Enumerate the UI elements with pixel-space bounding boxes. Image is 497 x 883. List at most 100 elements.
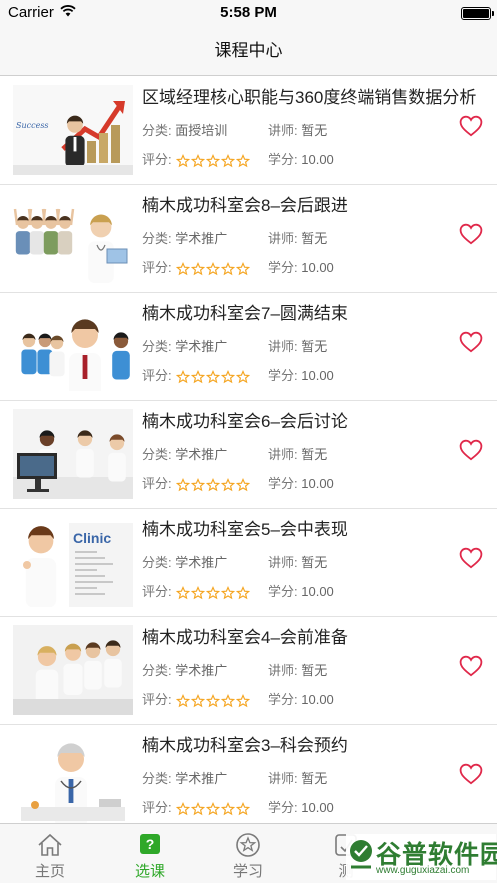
course-lecturer: 讲师: 暂无 (268, 445, 327, 465)
tab-course-select[interactable]: ? 选课 (100, 824, 200, 883)
star-outline-icon (235, 478, 250, 492)
course-title: 楠木成功科室会6–会后讨论 (142, 412, 348, 431)
star-outline-icon (220, 586, 235, 600)
credit-value: 10.00 (301, 152, 334, 167)
star-outline-icon (175, 478, 190, 492)
category-value: 学术推广 (175, 663, 228, 678)
tab-home[interactable]: 主页 (0, 824, 100, 883)
course-lecturer: 讲师: 暂无 (268, 553, 327, 573)
credit-value: 10.00 (301, 800, 334, 815)
course-title: 楠木成功科室会7–圆满结束 (142, 304, 348, 323)
lecturer-label: 讲师: (268, 771, 298, 786)
star-outline-icon (175, 586, 190, 600)
course-credit: 学分: 10.00 (268, 798, 334, 818)
credit-value: 10.00 (301, 692, 334, 707)
favorite-heart-icon[interactable] (459, 547, 483, 569)
favorite-heart-icon[interactable] (459, 223, 483, 245)
course-lecturer: 讲师: 暂无 (268, 229, 327, 249)
doctors-at-computer-image (13, 409, 133, 499)
category-value: 学术推广 (175, 771, 228, 786)
course-credit: 学分: 10.00 (268, 258, 334, 278)
credit-label: 学分: (268, 692, 298, 707)
category-value: 学术推广 (175, 231, 228, 246)
lecturer-value: 暂无 (301, 555, 328, 570)
clinic-nurse-thumbs-up-image: Clinic (13, 517, 133, 607)
category-label: 分类: (142, 339, 172, 354)
category-label: 分类: (142, 555, 172, 570)
course-item[interactable]: 楠木成功科室会4–会前准备 分类: 学术推广 讲师: 暂无 评分: 学分: 10… (0, 617, 497, 725)
star-outline-icon (205, 694, 220, 708)
course-title: 楠木成功科室会8–会后跟进 (142, 196, 348, 215)
status-bar: Carrier 5:58 PM (0, 0, 497, 28)
credit-value: 10.00 (301, 368, 334, 383)
page-title: 课程中心 (214, 41, 283, 60)
course-lecturer: 讲师: 暂无 (268, 121, 327, 141)
star-outline-icon (235, 694, 250, 708)
course-item[interactable]: 楠木成功科室会8–会后跟进 分类: 学术推广 讲师: 暂无 评分: 学分: 10… (0, 185, 497, 293)
credit-label: 学分: (268, 584, 298, 599)
course-item[interactable]: 楠木成功科室会3–科会预约 分类: 学术推广 讲师: 暂无 评分: 学分: 10… (0, 725, 497, 823)
star-outline-icon (175, 694, 190, 708)
lecturer-label: 讲师: (268, 447, 298, 462)
star-outline-icon (205, 262, 220, 276)
star-outline-icon (220, 802, 235, 816)
star-outline-icon (220, 478, 235, 492)
course-title: 楠木成功科室会3–科会预约 (142, 736, 348, 755)
course-item[interactable]: 楠木成功科室会6–会后讨论 分类: 学术推广 讲师: 暂无 评分: 学分: 10… (0, 401, 497, 509)
question-badge-icon: ? (140, 834, 160, 854)
favorite-heart-icon[interactable] (459, 115, 483, 137)
rating-label: 评分: (142, 152, 172, 167)
rating-label: 评分: (142, 476, 172, 491)
course-lecturer: 讲师: 暂无 (268, 337, 327, 357)
lecturer-label: 讲师: (268, 339, 298, 354)
category-label: 分类: (142, 663, 172, 678)
lecturer-value: 暂无 (301, 339, 328, 354)
favorite-heart-icon[interactable] (459, 763, 483, 785)
tab-study-label: 学习 (232, 863, 263, 880)
lecturer-value: 暂无 (301, 771, 328, 786)
star-outline-icon (235, 262, 250, 276)
rating-stars (175, 259, 251, 279)
course-rating: 评分: (142, 582, 251, 603)
category-value: 面授培训 (175, 123, 228, 138)
category-value: 学术推广 (175, 339, 228, 354)
star-outline-icon (175, 802, 190, 816)
star-outline-icon (205, 370, 220, 384)
lecturer-label: 讲师: (268, 123, 298, 138)
favorite-heart-icon[interactable] (459, 331, 483, 353)
rating-stars (175, 691, 251, 711)
star-outline-icon (205, 478, 220, 492)
credit-value: 10.00 (301, 584, 334, 599)
course-title: 区域经理核心职能与360度终端销售数据分析 (142, 88, 477, 107)
star-outline-icon (220, 154, 235, 168)
course-credit: 学分: 10.00 (268, 150, 334, 170)
lecturer-value: 暂无 (301, 447, 328, 462)
navigation-bar: 课程中心 (0, 28, 497, 76)
svg-text:Clinic: Clinic (73, 530, 111, 546)
rating-stars (175, 583, 251, 603)
rating-label: 评分: (142, 584, 172, 599)
favorite-heart-icon[interactable] (459, 439, 483, 461)
battery-icon (461, 7, 494, 20)
favorite-heart-icon[interactable] (459, 655, 483, 677)
lecturer-value: 暂无 (301, 123, 328, 138)
course-lecturer: 讲师: 暂无 (268, 661, 327, 681)
star-outline-icon (205, 586, 220, 600)
course-item[interactable]: 楠木成功科室会7–圆满结束 分类: 学术推广 讲师: 暂无 评分: 学分: 10… (0, 293, 497, 401)
credit-label: 学分: (268, 152, 298, 167)
course-title: 楠木成功科室会4–会前准备 (142, 628, 348, 647)
tab-study[interactable]: 学习 (198, 824, 298, 883)
course-rating: 评分: (142, 474, 251, 495)
star-outline-icon (235, 802, 250, 816)
course-title: 楠木成功科室会5–会中表现 (142, 520, 348, 539)
tab-course-select-label: 选课 (134, 863, 165, 880)
course-list[interactable]: Success 区域经理核心职能与360度终端销售数据分析 分类: 面授培训 讲… (0, 77, 497, 823)
course-item[interactable]: Clinic 楠木成功科室会5–会中表现 分类: 学术推广 讲师: 暂无 评分:… (0, 509, 497, 617)
course-credit: 学分: 10.00 (268, 582, 334, 602)
course-item[interactable]: Success 区域经理核心职能与360度终端销售数据分析 分类: 面授培训 讲… (0, 77, 497, 185)
star-outline-icon (175, 370, 190, 384)
category-label: 分类: (142, 123, 172, 138)
course-category: 分类: 学术推广 (142, 445, 227, 465)
star-outline-icon (220, 694, 235, 708)
course-rating: 评分: (142, 366, 251, 387)
